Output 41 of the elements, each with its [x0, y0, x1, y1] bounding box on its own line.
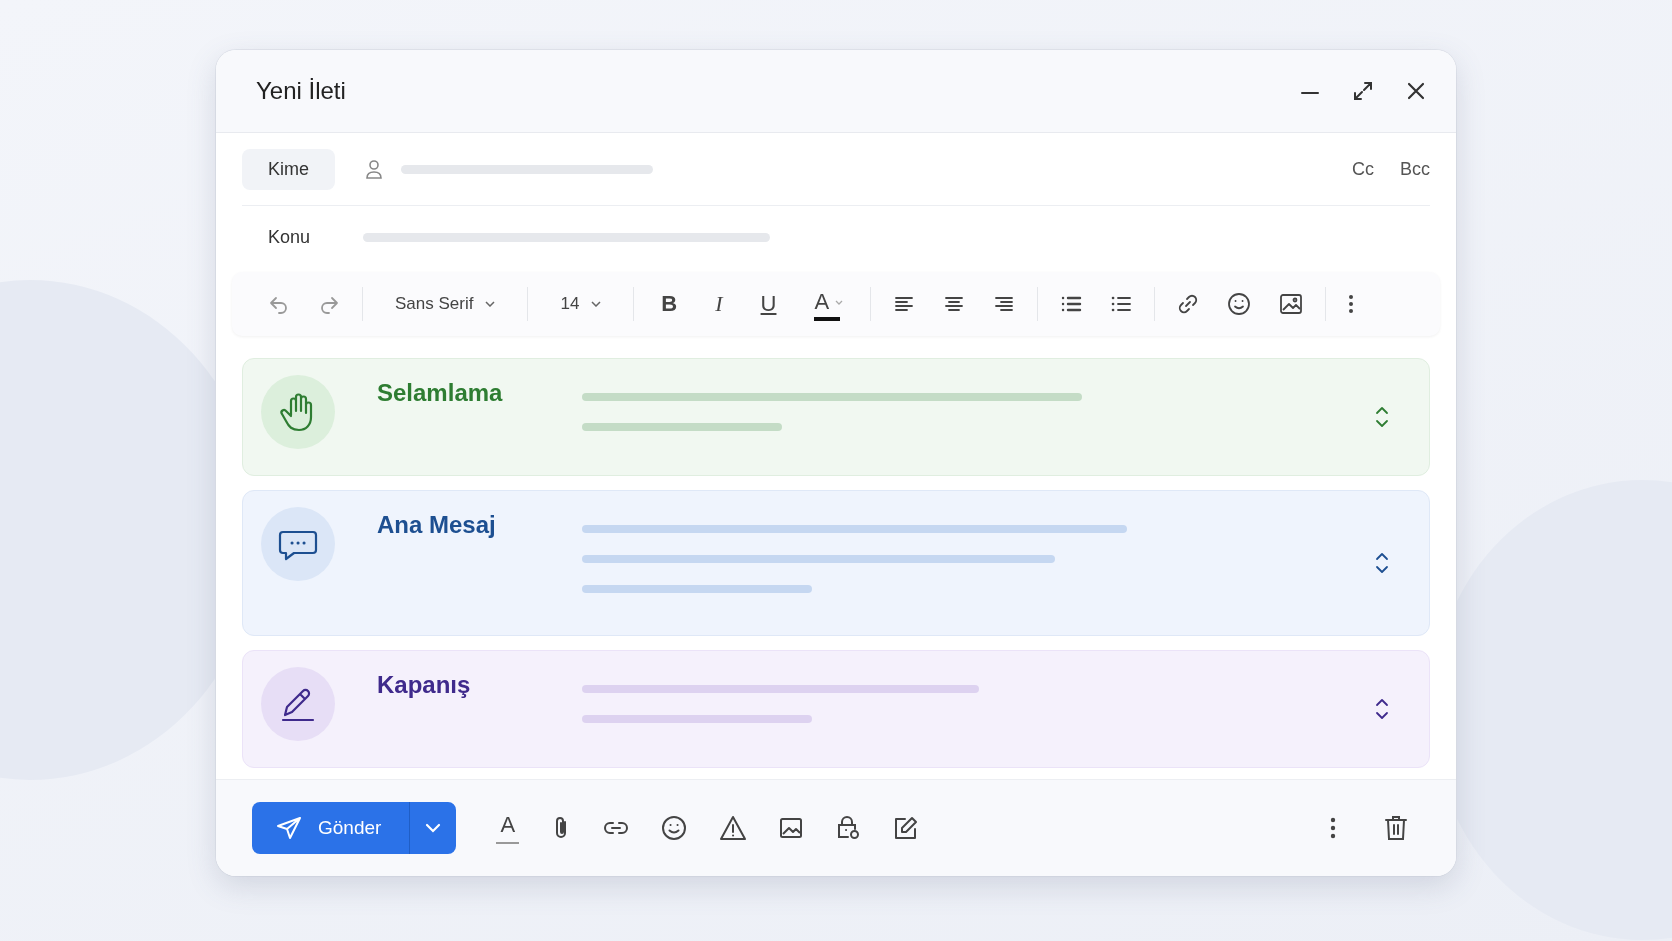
send-icon [276, 816, 302, 840]
pen-icon [261, 667, 335, 741]
expand-collapse-icon[interactable] [1375, 698, 1389, 720]
section-title: Ana Mesaj [377, 511, 497, 539]
size-dropdown[interactable]: 14 [550, 288, 612, 320]
caret-icon [591, 301, 602, 307]
more-icon[interactable] [1348, 293, 1355, 315]
cc-link[interactable]: Cc [1352, 158, 1374, 180]
italic-button[interactable]: I [709, 289, 729, 319]
more-icon[interactable] [1330, 816, 1336, 840]
window-title: Yeni İleti [256, 77, 346, 105]
subject-field[interactable] [363, 232, 770, 242]
link-icon[interactable] [1177, 293, 1200, 315]
warning-icon[interactable] [719, 815, 748, 841]
emoji-icon[interactable] [661, 815, 688, 841]
caret-icon [835, 299, 844, 305]
subject-label: Konu [267, 226, 312, 248]
hand-icon [261, 375, 335, 449]
send-button[interactable]: Gönder [252, 802, 411, 854]
emoji-icon[interactable] [1227, 292, 1252, 316]
recipient-label[interactable]: Kime [242, 148, 335, 190]
section-title: Kapanış [377, 671, 472, 699]
link-icon[interactable] [603, 820, 630, 836]
person-icon [365, 159, 383, 179]
font-dropdown[interactable]: Sans Serif [385, 288, 506, 320]
bold-button[interactable]: B [655, 289, 684, 319]
close-icon[interactable] [1406, 81, 1426, 101]
section-title: Selamlama [377, 379, 504, 407]
expand-collapse-icon[interactable] [1375, 552, 1389, 574]
caret-icon [485, 301, 496, 307]
underline-button[interactable]: U [754, 289, 783, 319]
bcc-link[interactable]: Bcc [1400, 158, 1430, 180]
expand-icon[interactable] [1352, 80, 1374, 102]
image-icon[interactable] [779, 817, 804, 839]
trash-icon[interactable] [1384, 815, 1408, 841]
edit-icon[interactable] [893, 815, 920, 841]
chat-bubble-icon [261, 507, 335, 581]
lock-clock-icon[interactable] [835, 815, 862, 841]
expand-collapse-icon[interactable] [1375, 406, 1389, 428]
recipient-field[interactable] [401, 164, 653, 174]
image-icon[interactable] [1279, 293, 1304, 315]
